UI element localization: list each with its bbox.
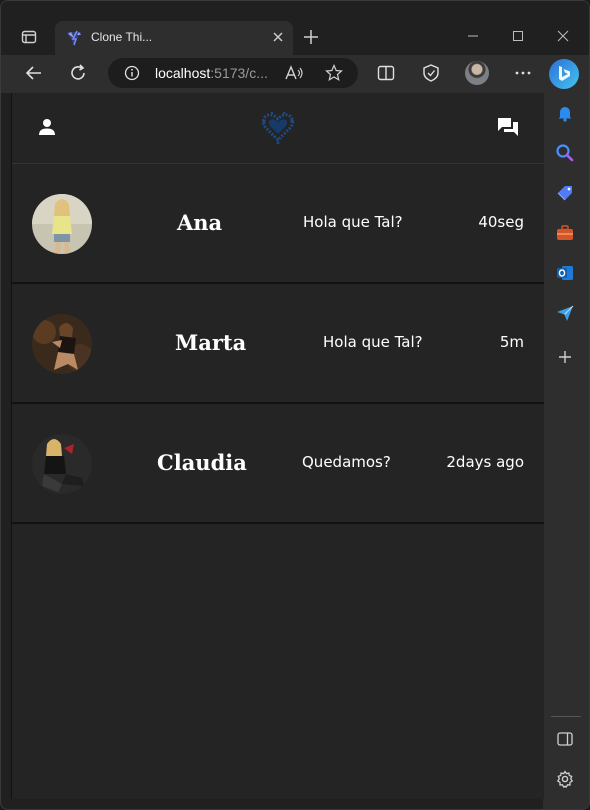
shopping-tag-icon[interactable]: [555, 183, 575, 203]
more-options-icon[interactable]: [513, 63, 533, 83]
avatar-ana: [32, 194, 92, 254]
avatar-marta: [32, 314, 92, 374]
heart-logo-icon[interactable]: [258, 107, 298, 147]
notifications-bell-icon[interactable]: [555, 103, 575, 123]
browser-toolbar: localhost:5173/c...: [1, 55, 589, 93]
read-aloud-icon[interactable]: [284, 64, 304, 82]
split-screen-icon[interactable]: [376, 63, 396, 83]
tab-actions-icon[interactable]: [21, 29, 37, 45]
page-content: Ana Hola que Tal? 40seg Marta Hola que T…: [11, 93, 544, 799]
browser-window: Clone Thi... localhost:5173/c... Ana Hol…: [0, 0, 590, 810]
hide-sidebar-icon[interactable]: [555, 729, 575, 749]
chat-time: 5m: [499, 333, 524, 351]
browser-essentials-icon[interactable]: [421, 63, 441, 83]
refresh-icon[interactable]: [68, 63, 88, 83]
messages-forum-icon[interactable]: [496, 115, 520, 139]
profile-avatar[interactable]: [465, 61, 489, 85]
vite-favicon-icon: [67, 30, 81, 46]
edge-sidebar: [543, 93, 589, 809]
chat-message: Hola que Tal?: [303, 213, 403, 231]
back-icon[interactable]: [24, 63, 44, 83]
copilot-icon[interactable]: [549, 59, 579, 89]
maximize-icon[interactable]: [509, 27, 527, 45]
tab-bar: Clone Thi...: [1, 1, 589, 55]
chat-time: 40seg: [478, 213, 524, 231]
tools-briefcase-icon[interactable]: [555, 223, 575, 243]
url-text: localhost:5173/c...: [155, 65, 268, 81]
new-tab-icon[interactable]: [303, 29, 319, 45]
close-tab-icon[interactable]: [271, 30, 285, 44]
add-sidebar-app-icon[interactable]: [555, 347, 575, 367]
chat-row-marta[interactable]: Marta Hola que Tal? 5m: [12, 284, 544, 404]
chat-message: Hola que Tal?: [323, 333, 423, 351]
chat-name: Claudia: [157, 450, 247, 475]
favorite-star-icon[interactable]: [325, 64, 343, 82]
browser-tab[interactable]: Clone Thi...: [55, 21, 293, 55]
chat-row-ana[interactable]: Ana Hola que Tal? 40seg: [12, 164, 544, 284]
chat-row-claudia[interactable]: Claudia Quedamos? 2days ago: [12, 404, 544, 524]
settings-gear-icon[interactable]: [555, 769, 575, 789]
site-info-icon[interactable]: [124, 65, 140, 81]
chat-message: Quedamos?: [302, 453, 391, 471]
outlook-icon[interactable]: [555, 263, 575, 283]
address-bar[interactable]: localhost:5173/c...: [108, 58, 358, 88]
minimize-icon[interactable]: [464, 27, 482, 45]
avatar-claudia: [32, 434, 92, 494]
tab-title: Clone Thi...: [91, 30, 153, 44]
chat-name: Ana: [177, 210, 223, 235]
send-drop-icon[interactable]: [555, 303, 575, 323]
search-icon[interactable]: [555, 143, 575, 163]
profile-user-icon[interactable]: [38, 118, 56, 136]
app-header: [12, 93, 544, 164]
close-window-icon[interactable]: [554, 27, 572, 45]
sidebar-divider: [551, 716, 581, 717]
chat-time: 2days ago: [446, 453, 524, 471]
chat-name: Marta: [175, 330, 247, 355]
